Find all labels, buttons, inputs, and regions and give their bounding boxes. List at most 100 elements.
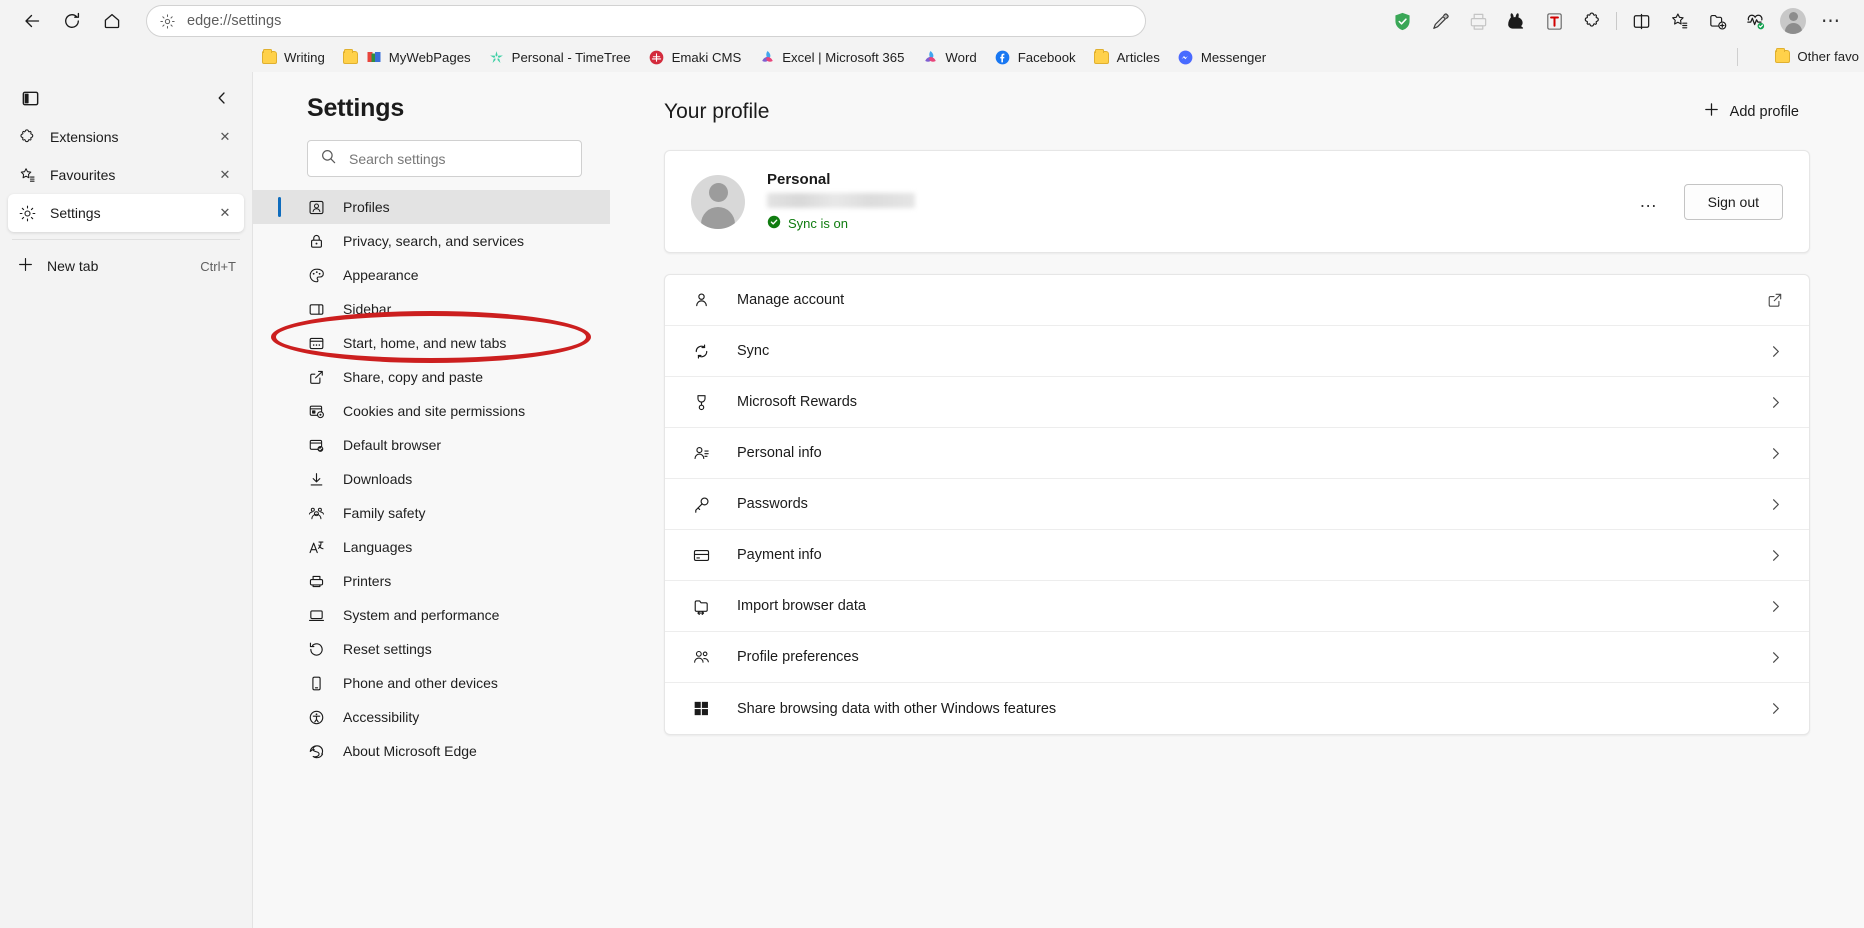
tab-actions-icon[interactable]	[14, 82, 46, 114]
bookmark-item-word[interactable]: Word	[913, 45, 985, 69]
list-item-payment-info[interactable]: Payment info	[665, 530, 1809, 581]
home-button[interactable]	[92, 4, 132, 38]
settings-nav-appearance[interactable]: Appearance	[253, 258, 610, 292]
avatar	[1780, 8, 1806, 34]
person-icon	[690, 291, 712, 310]
settings-nav-start-home-newtabs[interactable]: Start, home, and new tabs	[253, 326, 610, 360]
back-button[interactable]	[12, 4, 52, 38]
profile-more-button[interactable]: …	[1632, 185, 1666, 219]
settings-nav-accessibility[interactable]: Accessibility	[253, 700, 610, 734]
bookmark-item-messenger[interactable]: Messenger	[1169, 45, 1275, 69]
close-icon[interactable]: ✕	[214, 202, 236, 224]
profile-avatar	[691, 175, 745, 229]
list-item-manage-account[interactable]: Manage account	[665, 275, 1809, 326]
settings-nav-privacy[interactable]: Privacy, search, and services	[253, 224, 610, 258]
nav-label: Appearance	[343, 267, 419, 283]
list-item-import-browser-data[interactable]: Import browser data	[665, 581, 1809, 632]
settings-more-icon[interactable]: ⋯	[1812, 4, 1850, 38]
card-icon	[690, 546, 712, 565]
nav-label: Accessibility	[343, 709, 419, 725]
new-tab-button[interactable]: New tab Ctrl+T	[8, 247, 244, 285]
bookmark-item-excel[interactable]: Excel | Microsoft 365	[750, 45, 913, 69]
settings-nav-phone-devices[interactable]: Phone and other devices	[253, 666, 610, 700]
site-settings-gear-icon[interactable]	[159, 13, 176, 30]
address-bar[interactable]: edge://settings	[146, 5, 1146, 37]
chevron-right-icon	[1764, 650, 1786, 665]
list-item-personal-info[interactable]: Personal info	[665, 428, 1809, 479]
list-item-label: Manage account	[737, 292, 1764, 308]
sidebar-item-label: Settings	[50, 205, 202, 221]
close-icon[interactable]: ✕	[214, 126, 236, 148]
edge-icon	[307, 743, 325, 760]
chevron-right-icon	[1764, 344, 1786, 359]
favourites-star-icon	[16, 166, 38, 185]
adblock-shield-icon[interactable]	[1383, 4, 1421, 38]
chevron-right-icon	[1764, 701, 1786, 716]
list-item-share-browsing-data[interactable]: Share browsing data with other Windows f…	[665, 683, 1809, 734]
profile-avatar-icon[interactable]	[1774, 4, 1812, 38]
search-settings-input[interactable]: Search settings	[307, 140, 582, 177]
toolbar-icon-group: ⋯	[1383, 4, 1850, 38]
bookmark-label: Excel | Microsoft 365	[782, 50, 904, 65]
nav-label: Downloads	[343, 471, 412, 487]
languages-icon	[307, 539, 325, 556]
browser-essentials-icon[interactable]	[1736, 4, 1774, 38]
sign-out-button[interactable]: Sign out	[1684, 184, 1783, 220]
content-header: Your profile Add profile	[664, 94, 1810, 129]
list-item-passwords[interactable]: Passwords	[665, 479, 1809, 530]
folder-icon	[261, 49, 277, 65]
bookmark-item-facebook[interactable]: Facebook	[986, 45, 1085, 69]
settings-content: Your profile Add profile Personal Sync i…	[610, 72, 1864, 928]
close-icon[interactable]: ✕	[214, 164, 236, 186]
list-item-sync[interactable]: Sync	[665, 326, 1809, 377]
sidebar-item-favourites[interactable]: Favourites ✕	[8, 156, 244, 194]
text-t-icon[interactable]	[1535, 4, 1573, 38]
plus-icon	[16, 255, 35, 277]
settings-nav-share-copy-paste[interactable]: Share, copy and paste	[253, 360, 610, 394]
refresh-button[interactable]	[52, 4, 92, 38]
add-profile-button[interactable]: Add profile	[1692, 94, 1810, 129]
excel-icon	[759, 49, 775, 65]
collections-icon[interactable]	[1698, 4, 1736, 38]
bookmark-item-mywebpages[interactable]: MyWebPages	[334, 45, 480, 69]
highlighter-pen-icon[interactable]	[1421, 4, 1459, 38]
favourites-star-icon[interactable]	[1660, 4, 1698, 38]
settings-nav-printers[interactable]: Printers	[253, 564, 610, 598]
bookmark-item-timetree[interactable]: Personal - TimeTree	[480, 45, 640, 69]
bookmark-label: Word	[945, 50, 976, 65]
nav-label: Default browser	[343, 437, 441, 453]
list-item-profile-preferences[interactable]: Profile preferences	[665, 632, 1809, 683]
key-icon	[690, 495, 712, 514]
printer-icon[interactable]	[1459, 4, 1497, 38]
bookmark-item-articles[interactable]: Articles	[1085, 45, 1169, 69]
bookmark-label: Personal - TimeTree	[512, 50, 631, 65]
import-icon	[690, 597, 712, 616]
split-screen-icon[interactable]	[1622, 4, 1660, 38]
page-body: Extensions ✕ Favourites ✕ Settings ✕ New…	[0, 72, 1864, 928]
sidebar-item-label: Favourites	[50, 167, 202, 183]
settings-nav-family-safety[interactable]: Family safety	[253, 496, 610, 530]
settings-nav-about-edge[interactable]: About Microsoft Edge	[253, 734, 610, 768]
settings-nav-sidebar[interactable]: Sidebar	[253, 292, 610, 326]
settings-nav-cookies[interactable]: Cookies and site permissions	[253, 394, 610, 428]
list-item-microsoft-rewards[interactable]: Microsoft Rewards	[665, 377, 1809, 428]
settings-nav-default-browser[interactable]: Default browser	[253, 428, 610, 462]
rabbit-icon[interactable]	[1497, 4, 1535, 38]
settings-nav-languages[interactable]: Languages	[253, 530, 610, 564]
settings-nav-downloads[interactable]: Downloads	[253, 462, 610, 496]
sidebar-item-extensions[interactable]: Extensions ✕	[8, 118, 244, 156]
extensions-puzzle-icon[interactable]	[1573, 4, 1611, 38]
settings-nav-system-performance[interactable]: System and performance	[253, 598, 610, 632]
nav-label: Reset settings	[343, 641, 432, 657]
sidebar-item-settings[interactable]: Settings ✕	[8, 194, 244, 232]
other-favourites-folder[interactable]: Other favo	[1765, 44, 1864, 68]
collapse-pane-icon[interactable]	[206, 82, 238, 114]
bookmark-item-emaki-cms[interactable]: Emaki CMS	[640, 45, 751, 69]
list-item-label: Share browsing data with other Windows f…	[737, 701, 1764, 717]
settings-nav-reset-settings[interactable]: Reset settings	[253, 632, 610, 666]
search-placeholder: Search settings	[349, 151, 446, 167]
address-bar-text: edge://settings	[187, 13, 281, 29]
bookmark-item-writing[interactable]: Writing	[252, 45, 334, 69]
settings-nav-profiles[interactable]: Profiles	[253, 190, 610, 224]
nav-label: Phone and other devices	[343, 675, 498, 691]
